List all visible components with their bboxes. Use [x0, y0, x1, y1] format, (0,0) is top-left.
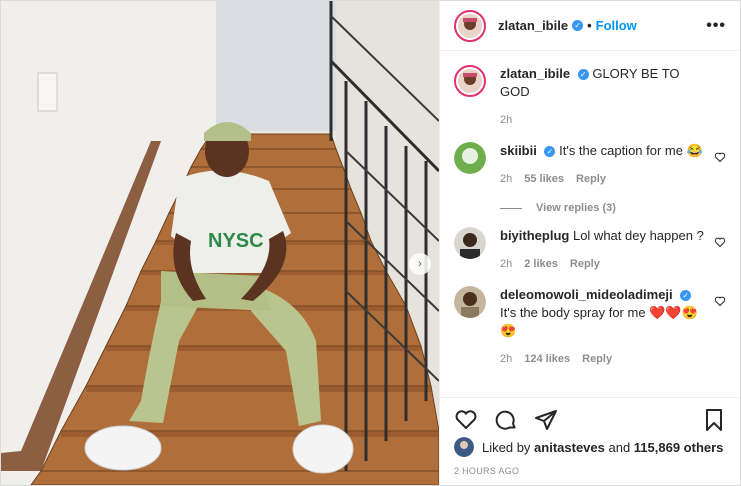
post-timestamp: 2 HOURS AGO: [454, 466, 520, 476]
comment-likes[interactable]: 55 likes: [524, 170, 564, 188]
comment-age: 2h: [500, 173, 513, 185]
avatar[interactable]: [454, 227, 486, 259]
heart-icon[interactable]: [714, 151, 726, 163]
avatar-image: [454, 437, 474, 457]
header-username[interactable]: zlatan_ibile: [498, 18, 568, 33]
post-modal: NYSC › zlatan_ibile ✓ • Follow ••• zlata…: [0, 0, 741, 486]
comment-likes[interactable]: 124 likes: [524, 350, 570, 368]
comment-item: skiibii ✓ It's the caption for me 😂 2h 5…: [454, 129, 726, 188]
photo-illustration: NYSC: [1, 1, 439, 485]
avatar[interactable]: [454, 9, 486, 42]
comment-username[interactable]: skiibii: [500, 143, 537, 158]
heart-icon[interactable]: [454, 408, 478, 432]
likes-first-user[interactable]: anitasteves: [534, 440, 605, 455]
comment-body: deleomowoli_mideoladimeji ✓ It's the bod…: [500, 286, 726, 368]
comment-item: biyitheplug Lol what dey happen ? 2h 2 l…: [454, 214, 726, 273]
comment-text: It's the caption for me 😂: [559, 143, 703, 158]
caption-meta: 2h: [500, 111, 704, 129]
comment-text: It's the body spray for me ❤️❤️😍 😍: [500, 305, 698, 338]
comment-icon[interactable]: [494, 408, 518, 432]
verified-icon: ✓: [577, 69, 589, 81]
comment-likes[interactable]: 2 likes: [524, 255, 558, 273]
comment-meta: 2h 55 likes Reply: [500, 170, 704, 188]
heart-icon[interactable]: [714, 295, 726, 307]
view-replies-button[interactable]: View replies (3): [500, 202, 726, 214]
comment-body: skiibii ✓ It's the caption for me 😂 2h 5…: [500, 142, 726, 188]
likes-joiner: and: [604, 439, 634, 455]
caption-age: 2h: [500, 114, 513, 126]
comment-item: deleomowoli_mideoladimeji ✓ It's the bod…: [454, 273, 726, 368]
comment-username[interactable]: deleomowoli_mideoladimeji: [500, 287, 673, 302]
avatar-image: [454, 286, 486, 318]
comment-text: Lol what dey happen ?: [572, 228, 704, 243]
avatar-image: [454, 227, 486, 259]
comment-body: biyitheplug Lol what dey happen ? 2h 2 l…: [500, 227, 726, 273]
avatar-image: [458, 13, 482, 38]
next-arrow-icon[interactable]: ›: [409, 253, 431, 275]
verified-icon: ✓: [572, 20, 584, 31]
avatar[interactable]: [454, 65, 486, 97]
caption-body: zlatan_ibile ✓ GLORY BE TO GOD 2h: [500, 65, 726, 129]
comment-meta: 2h 2 likes Reply: [500, 255, 704, 273]
comment-meta: 2h 124 likes Reply: [500, 350, 704, 368]
caption-username[interactable]: zlatan_ibile: [500, 66, 570, 81]
follow-button[interactable]: Follow: [596, 18, 637, 33]
reply-button[interactable]: Reply: [582, 350, 612, 368]
separator-dot: •: [587, 18, 592, 33]
share-icon[interactable]: [534, 408, 558, 432]
avatar[interactable]: [454, 437, 474, 457]
reply-button[interactable]: Reply: [576, 170, 606, 188]
nysc-shirt-text: NYSC: [208, 230, 264, 252]
replies-divider: [500, 207, 522, 209]
post-photo: NYSC ›: [1, 1, 439, 485]
view-replies-label: View replies (3): [536, 202, 616, 214]
comments-list: zlatan_ibile ✓ GLORY BE TO GOD 2h skiibi…: [440, 52, 740, 397]
bookmark-icon[interactable]: [702, 408, 726, 432]
verified-icon: ✓: [680, 290, 692, 302]
caption: zlatan_ibile ✓ GLORY BE TO GOD 2h: [454, 52, 726, 129]
reply-button[interactable]: Reply: [570, 255, 600, 273]
avatar-image: [454, 142, 486, 174]
heart-icon[interactable]: [714, 236, 726, 248]
comment-age: 2h: [500, 258, 513, 270]
likes-prefix: Liked by: [482, 439, 531, 455]
verified-icon: ✓: [544, 146, 556, 158]
avatar-image: [458, 69, 482, 93]
avatar[interactable]: [454, 142, 486, 174]
comment-username[interactable]: biyitheplug: [500, 228, 569, 243]
comment-age: 2h: [500, 353, 513, 365]
action-bar: [440, 397, 740, 441]
side-panel: zlatan_ibile ✓ • Follow ••• zlatan_ibile…: [439, 1, 740, 485]
more-icon[interactable]: •••: [706, 17, 726, 35]
avatar[interactable]: [454, 286, 486, 318]
likes-others[interactable]: 115,869 others: [634, 440, 724, 455]
post-header: zlatan_ibile ✓ • Follow •••: [440, 1, 740, 51]
likes-summary: Liked by anitasteves and 115,869 others: [454, 437, 723, 457]
